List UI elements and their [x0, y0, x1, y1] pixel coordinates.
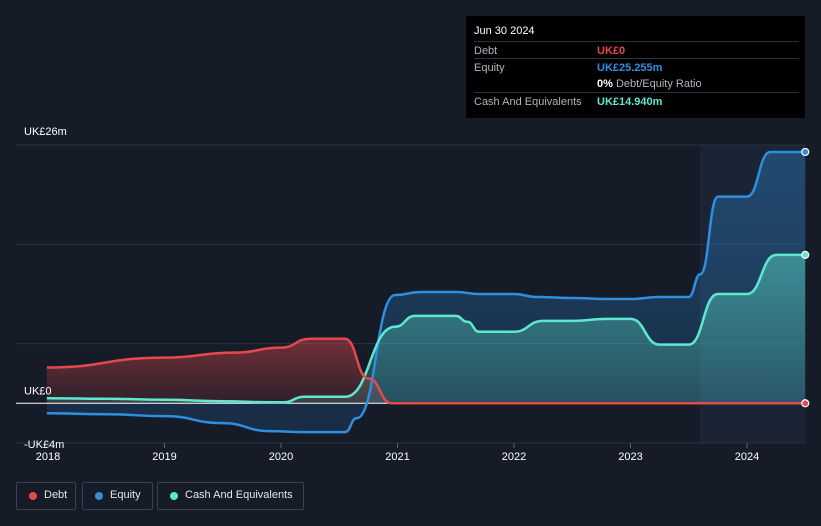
x-tick-label: 2020 [269, 451, 293, 463]
legend-dot-equity [95, 492, 103, 500]
tooltip-label-cash: Cash And Equivalents [474, 96, 582, 108]
tooltip-ratio-label: Debt/Equity Ratio [615, 78, 702, 90]
tooltip-value-equity: UK£25.255m [597, 62, 663, 74]
x-tick-label: 2022 [502, 451, 526, 463]
tooltip-ratio-value: 0% [597, 78, 613, 90]
tooltip-date: Jun 30 2024 [474, 25, 535, 37]
tooltip-value-cash: UK£14.940m [597, 96, 663, 108]
x-tick-label: 2021 [385, 451, 409, 463]
legend-label-debt: Debt [44, 489, 68, 501]
endpoint-cash [801, 250, 810, 259]
y-tick-label: UK£26m [24, 126, 67, 138]
tooltip-value-debt: UK£0 [597, 45, 626, 57]
tooltip-label-equity: Equity [474, 62, 505, 74]
tooltip-row-equity: Equity UK£25.255m [474, 58, 799, 76]
tooltip-label-debt: Debt [474, 45, 498, 57]
y-tick-label: UK£0 [24, 385, 52, 397]
legend-label-cash: Cash And Equivalents [185, 489, 293, 501]
endpoint-equity [801, 147, 810, 157]
legend-item-equity[interactable]: Equity [82, 482, 153, 510]
tooltip-row-debt: Debt UK£0 [474, 41, 799, 59]
legend-item-cash[interactable]: Cash And Equivalents [157, 482, 304, 510]
x-tick-label: 2023 [618, 451, 642, 463]
legend-dot-cash [170, 492, 178, 500]
legend-dot-debt [29, 492, 37, 500]
endpoint-debt [801, 399, 810, 408]
legend-label-equity: Equity [110, 489, 141, 501]
y-tick-label: -UK£4m [24, 439, 64, 451]
legend-item-debt[interactable]: Debt [16, 482, 76, 510]
x-tick-label: 2024 [735, 451, 759, 463]
x-axis: 2018 2019 2020 2021 2022 2023 2024 [36, 443, 759, 463]
x-tick-label: 2019 [152, 451, 176, 463]
tooltip-row-ratio: 0% Debt/Equity Ratio [474, 75, 799, 92]
tooltip-row-cash: Cash And Equivalents UK£14.940m [474, 92, 799, 110]
x-tick-label: 2018 [36, 451, 60, 463]
tooltip: Jun 30 2024 Debt UK£0 Equity UK£25.255m … [466, 16, 805, 118]
tooltip-ratio: 0% Debt/Equity Ratio [597, 78, 702, 90]
